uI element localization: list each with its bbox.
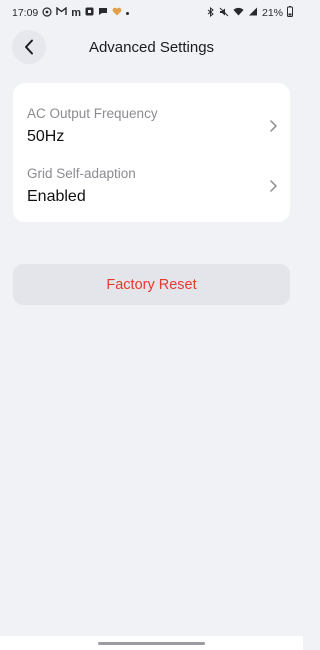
status-bar: 17:09 m 21% (0, 0, 303, 26)
chat-icon (98, 7, 108, 19)
status-left: 17:09 m (12, 6, 130, 20)
page-title: Advanced Settings (88, 38, 215, 56)
status-time: 17:09 (12, 7, 39, 19)
wifi-icon (233, 7, 244, 19)
chevron-left-icon (25, 39, 33, 55)
setting-label: Grid Self-adaption (27, 166, 136, 181)
setting-value: Enabled (27, 188, 86, 205)
m-icon: m (71, 6, 82, 19)
header: Advanced Settings (0, 26, 303, 68)
app-icon (85, 7, 94, 19)
setting-row-grid-self-adaption[interactable]: Grid Self-adaption Enabled (13, 163, 290, 221)
status-right: 21% (207, 6, 293, 20)
notification-dot (126, 11, 130, 15)
chevron-right-icon (270, 120, 277, 132)
home-indicator[interactable] (98, 642, 205, 645)
chevron-right-icon (270, 180, 277, 192)
bluetooth-icon (207, 6, 215, 20)
whatsapp-icon (42, 7, 52, 20)
battery-icon (287, 6, 293, 20)
signal-icon (248, 7, 258, 19)
heart-icon (112, 7, 122, 19)
setting-value: 50Hz (27, 128, 65, 145)
settings-card: AC Output Frequency 50Hz Grid Self-adapt… (13, 83, 290, 222)
setting-label: AC Output Frequency (27, 106, 158, 121)
setting-row-ac-output-frequency[interactable]: AC Output Frequency 50Hz (13, 103, 290, 161)
battery-percent: 21% (261, 7, 283, 19)
screen: 17:09 m 21% Advanced Settings AC Output … (0, 0, 303, 650)
factory-reset-button[interactable]: Factory Reset (13, 264, 290, 305)
gmail-icon (56, 6, 67, 19)
back-button[interactable] (12, 30, 46, 64)
mute-icon (219, 7, 229, 20)
